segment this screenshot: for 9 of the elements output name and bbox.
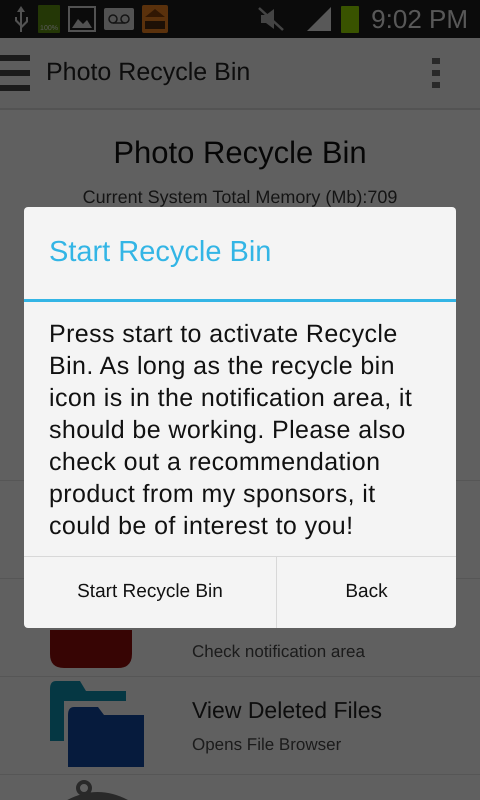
dialog-title: Start Recycle Bin xyxy=(24,207,456,302)
item-subtitle: Check notification area xyxy=(192,643,365,660)
dialog-message: Press start to activate Recycle Bin. As long as the recycle bin icon is in the notification area, it should be working. Please also check out a recommendation product from my sponsors, it could be of interest to you! xyxy=(48,319,414,542)
clock: 9:02 PM xyxy=(371,2,468,36)
memory-text: Current System Total Memory (Mb):709 xyxy=(82,186,398,206)
item-subtitle: Opens File Browser xyxy=(192,736,342,752)
page-heading: Photo Recycle Bin xyxy=(113,134,367,172)
app-title: Photo Recycle Bin xyxy=(46,57,252,88)
item-title: View Deleted Files xyxy=(192,698,382,722)
